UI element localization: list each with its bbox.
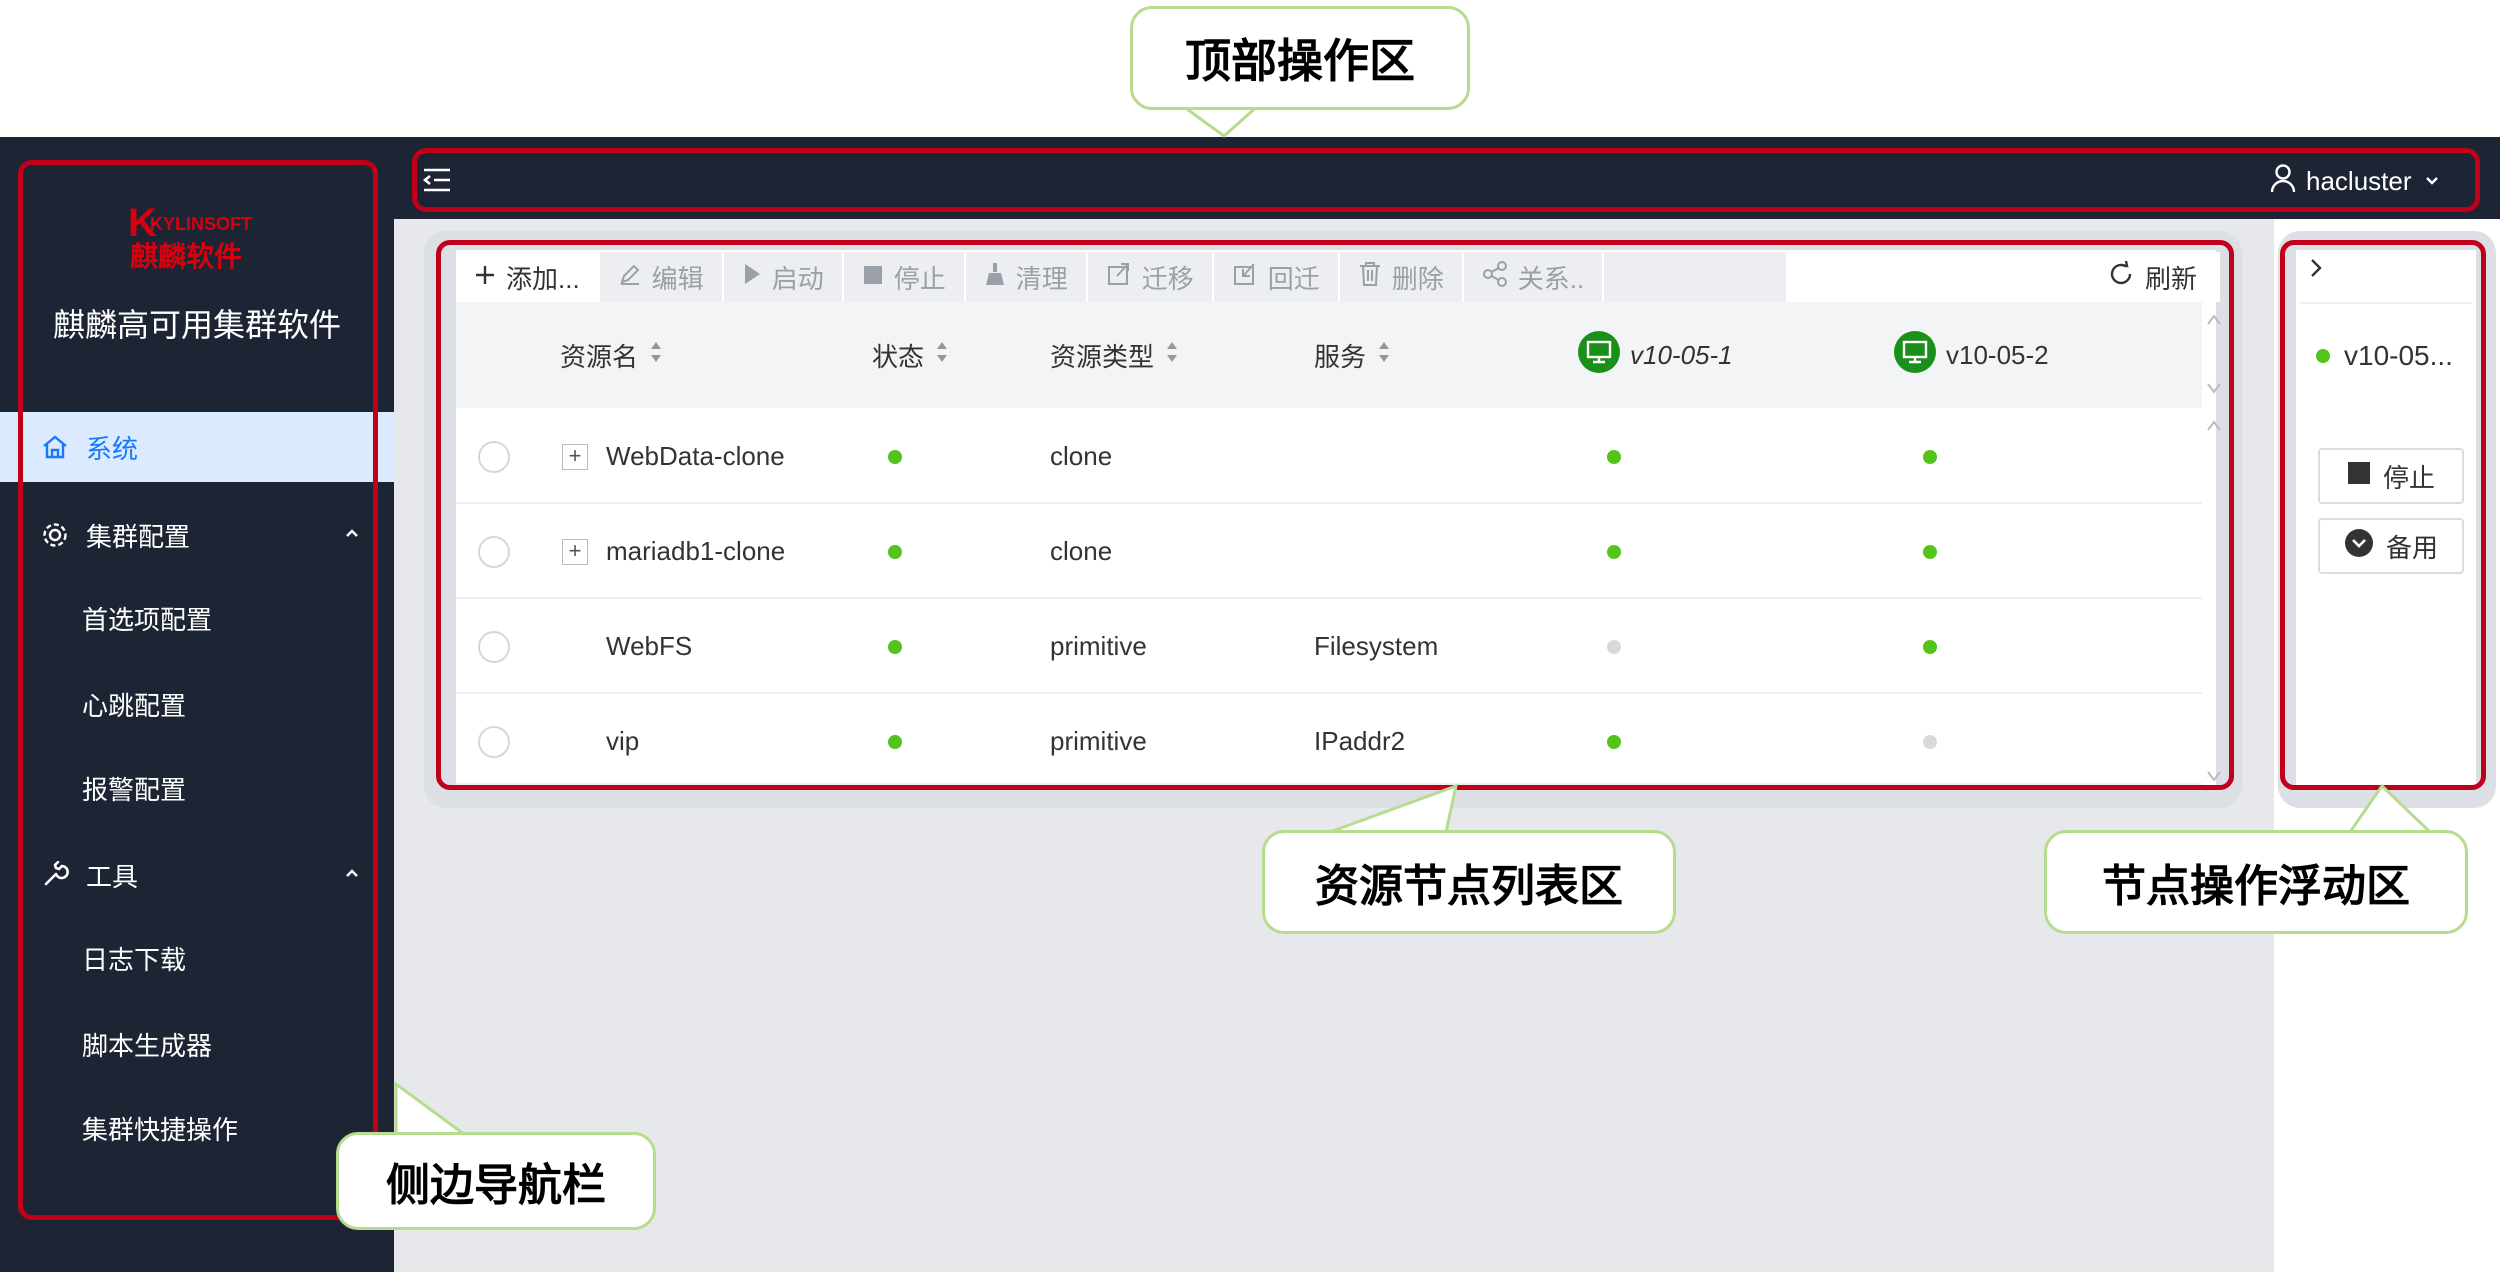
callout-side-nav: 侧边导航栏 <box>336 1132 656 1230</box>
node-float-highlight <box>2280 240 2486 790</box>
callout-pointer <box>2340 783 2460 834</box>
side-nav-highlight <box>18 160 378 1220</box>
callout-pointer <box>1310 783 1470 834</box>
callout-node-float: 节点操作浮动区 <box>2044 830 2468 934</box>
top-area-highlight <box>412 148 2480 212</box>
resource-list-highlight <box>436 240 2234 790</box>
callout-resource-list: 资源节点列表区 <box>1262 830 1676 934</box>
callout-top-area: 顶部操作区 <box>1130 6 1470 110</box>
